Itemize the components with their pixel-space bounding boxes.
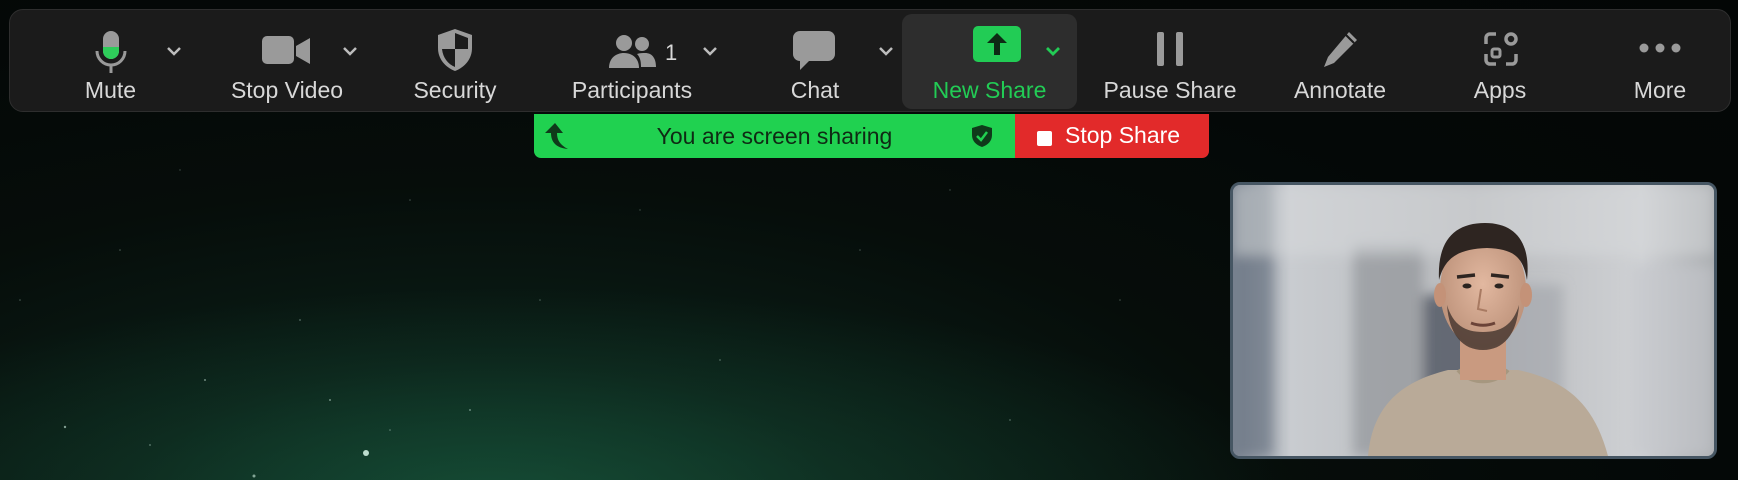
share-options-caret-down-icon[interactable] [1040, 38, 1066, 64]
chat-options-caret-down-icon[interactable] [873, 38, 899, 64]
shield-icon [395, 26, 515, 78]
annotate-label: Annotate [1293, 77, 1387, 103]
mute-button[interactable]: Mute [48, 10, 173, 113]
shield-check-icon [972, 125, 992, 147]
pause-share-button[interactable]: Pause Share [1085, 10, 1255, 113]
mute-label: Mute [84, 77, 137, 103]
apps-label: Apps [1473, 77, 1527, 103]
webcam-person-image [1233, 185, 1714, 456]
sharing-status-text: You are screen sharing [656, 123, 893, 149]
participants-options-caret-down-icon[interactable] [697, 38, 723, 64]
screen-sharing-banner: You are screen sharing Stop Share [534, 114, 1209, 158]
apps-button[interactable]: Apps [1440, 10, 1560, 113]
apps-icon [1440, 26, 1560, 78]
stop-square-icon [1037, 131, 1052, 146]
stop-video-label: Stop Video [230, 77, 344, 103]
pause-share-label: Pause Share [1103, 77, 1237, 103]
chat-button[interactable]: Chat [765, 10, 865, 113]
more-dots-icon [1605, 26, 1715, 78]
security-label: Security [413, 77, 497, 103]
participants-icon [557, 26, 707, 78]
mute-options-caret-down-icon[interactable] [161, 38, 187, 64]
security-button[interactable]: Security [395, 10, 515, 113]
participants-count: 1 [665, 40, 678, 65]
pause-icon [1085, 26, 1255, 78]
pencil-icon [1275, 26, 1405, 78]
video-options-caret-down-icon[interactable] [337, 38, 363, 64]
self-video-preview[interactable] [1230, 182, 1717, 459]
meeting-toolbar: Mute Stop Video Security 1 Participants … [9, 9, 1731, 112]
participants-label: Participants [571, 77, 693, 103]
annotate-button[interactable]: Annotate [1275, 10, 1405, 113]
participants-button[interactable]: 1 Participants [557, 10, 707, 113]
microphone-icon [48, 26, 173, 78]
stop-share-button[interactable]: Stop Share [1015, 114, 1209, 158]
stop-share-label: Stop Share [1065, 122, 1181, 148]
new-share-label: New Share [932, 77, 1047, 103]
chat-label: Chat [790, 77, 840, 103]
sharing-status-bar[interactable]: You are screen sharing [534, 114, 1015, 158]
chat-bubble-icon [765, 26, 865, 78]
more-label: More [1633, 77, 1687, 103]
more-button[interactable]: More [1605, 10, 1715, 113]
stop-share-bar: Stop Share [1015, 114, 1209, 158]
